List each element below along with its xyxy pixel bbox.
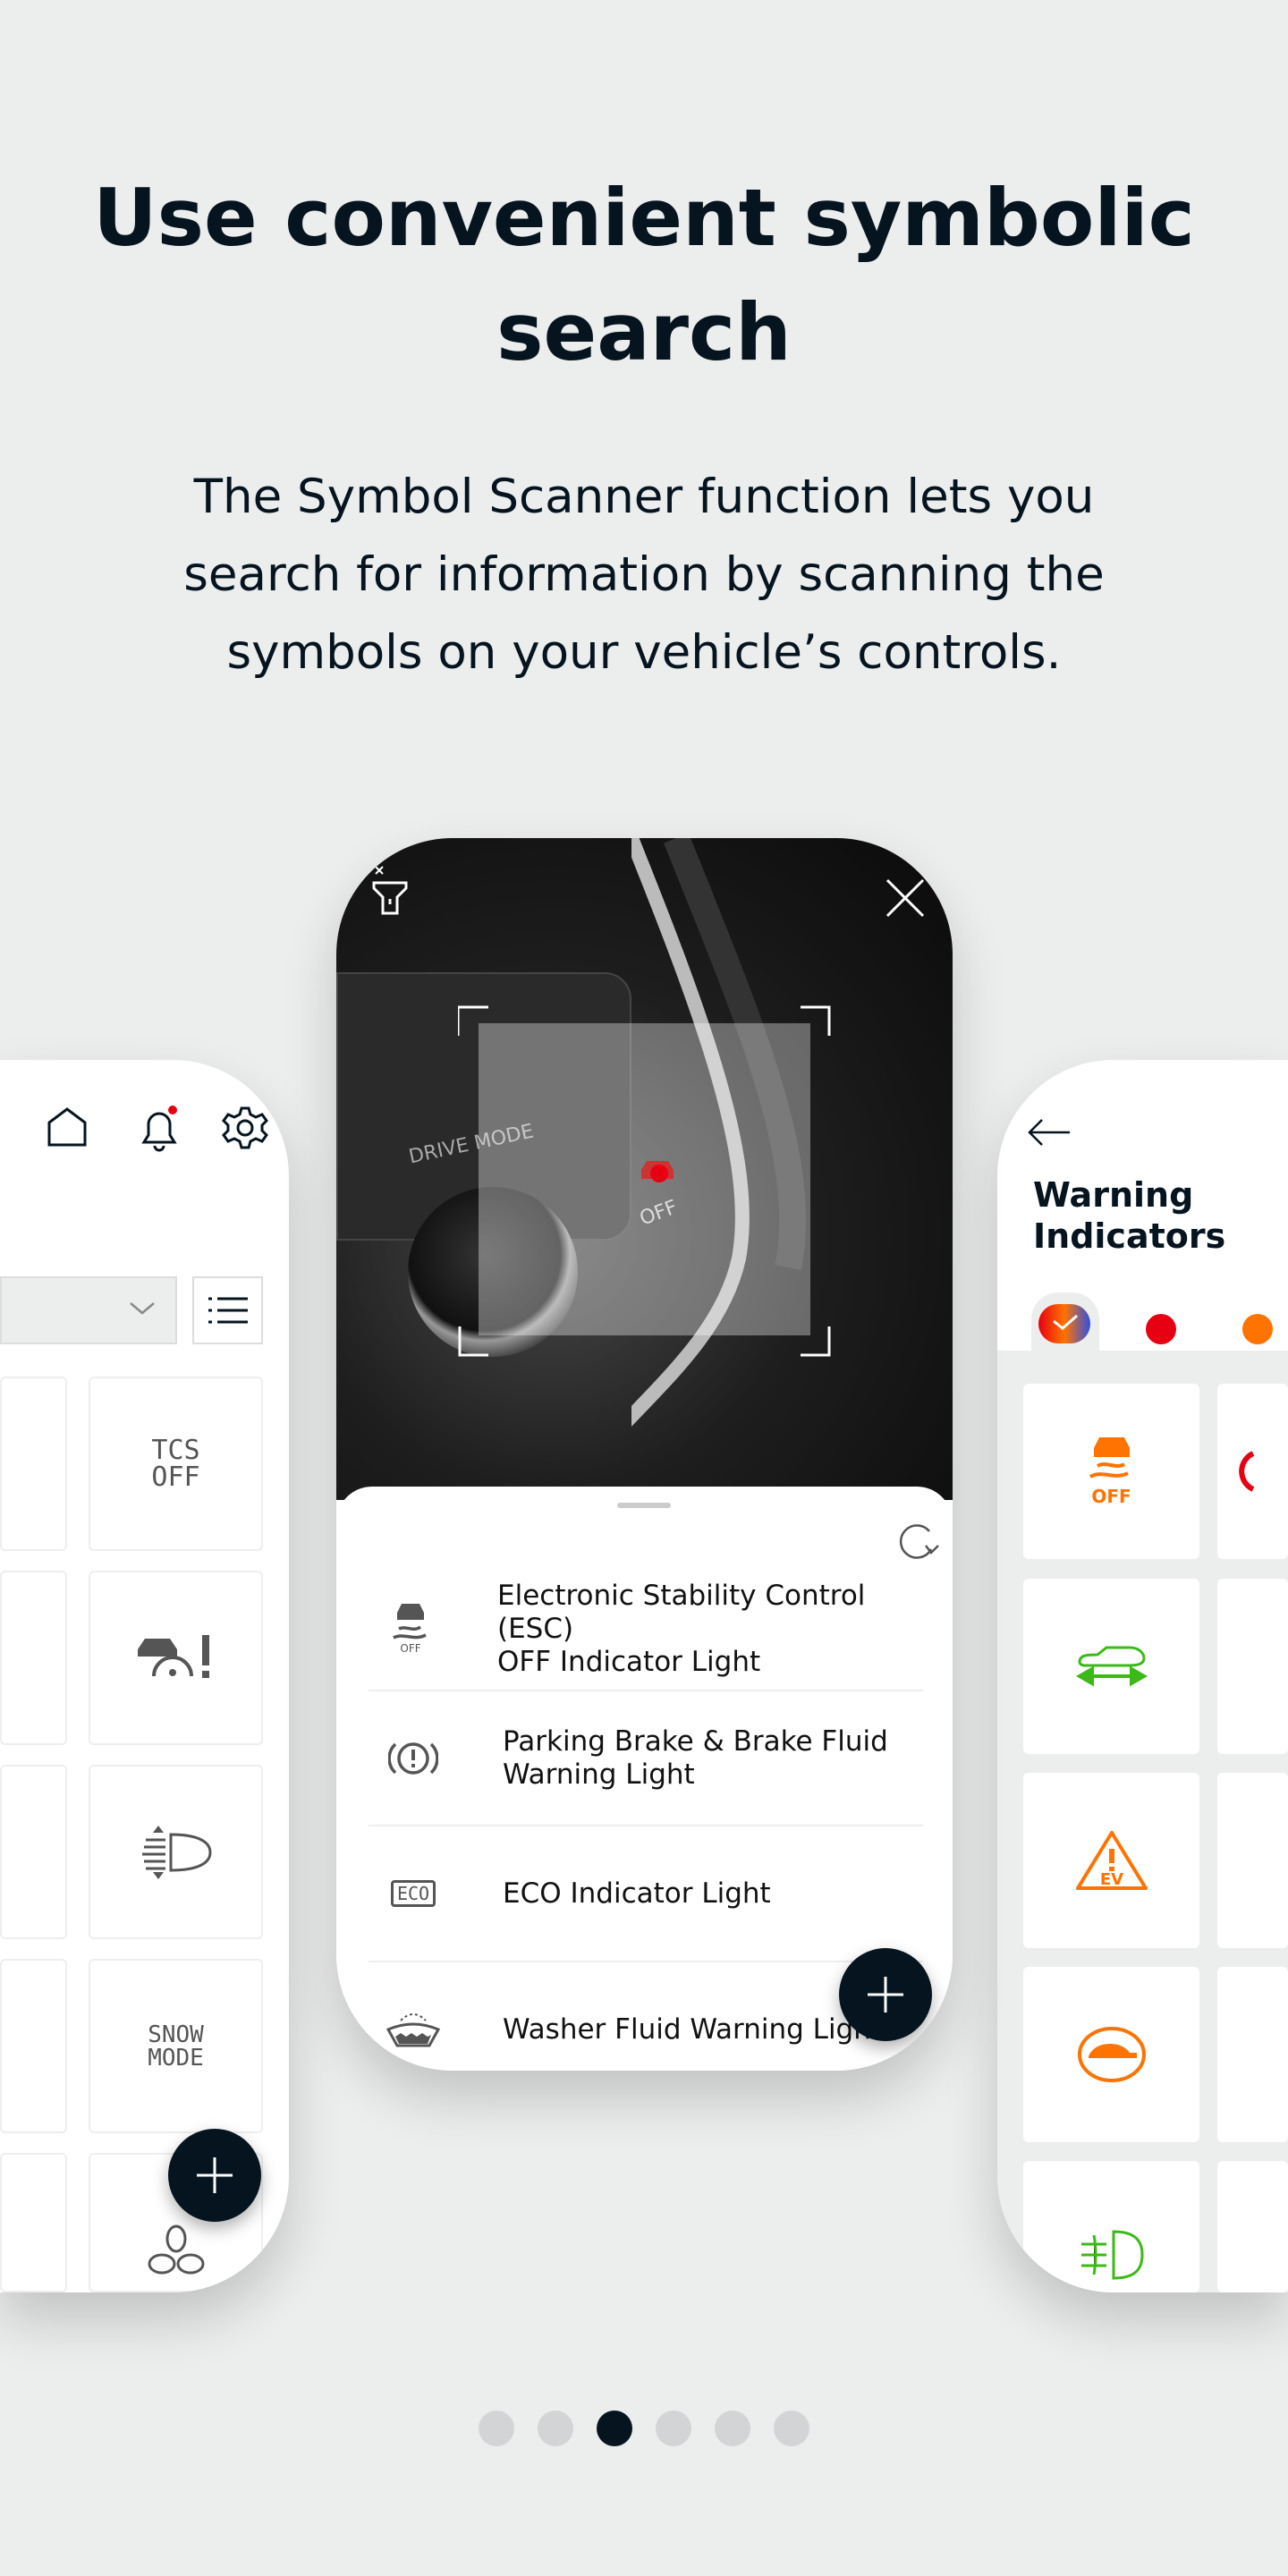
eco-icon: ECO [390, 1880, 436, 1907]
brake-warning-icon [1239, 1451, 1255, 1492]
camera-view: DRIVE MODE OFF [336, 838, 953, 1500]
plus-icon [868, 1977, 903, 2012]
symbol-tile[interactable] [89, 1765, 263, 1939]
flashlight-off-icon[interactable] [370, 863, 410, 917]
page-dot-5[interactable] [715, 2411, 750, 2446]
chevron-down-icon [130, 1302, 155, 1315]
indicator-tile[interactable] [1217, 1773, 1288, 1948]
page-dot-6[interactable] [774, 2411, 809, 2446]
indicator-tile[interactable] [1217, 1384, 1288, 1559]
result-label: ECO Indicator Light [503, 1877, 771, 1910]
page-title: Use convenient symbolic search [93, 172, 1195, 378]
symbol-tile[interactable] [0, 1959, 67, 2133]
symbol-tile[interactable] [89, 1571, 263, 1745]
symbol-tile-tcs-off[interactable]: TCS OFF [89, 1377, 263, 1551]
esc-off-icon-label: OFF [400, 1642, 420, 1655]
indicator-tile[interactable] [1023, 1579, 1199, 1754]
turtle-mode-icon [1077, 2027, 1146, 2082]
fan-icon [148, 2224, 204, 2275]
result-item-esc-off[interactable]: OFF Electronic Stability Control (ESC) OF… [369, 1562, 923, 1696]
esc-off-label: OFF [1091, 1486, 1131, 1507]
screen-title: Warning Indicators [1033, 1175, 1226, 1256]
bell-icon[interactable] [137, 1105, 182, 1153]
headlight-leveling-icon [141, 1825, 212, 1879]
symbol-tile[interactable] [0, 2153, 67, 2292]
page-dot-3-active[interactable] [597, 2411, 632, 2446]
result-label: Washer Fluid Warning Light [503, 2012, 883, 2046]
check-icon [1053, 1314, 1078, 1330]
add-button[interactable] [839, 1948, 932, 2041]
page-subtitle: The Symbol Scanner function lets you sea… [183, 470, 1105, 680]
indicator-tile[interactable] [1023, 2161, 1199, 2292]
close-icon[interactable] [886, 878, 925, 918]
notification-dot [168, 1106, 177, 1114]
esc-off-icon: OFF [393, 1604, 427, 1655]
page-dot-1[interactable] [479, 2411, 514, 2446]
ev-warning-icon: EV [1075, 1831, 1148, 1890]
symbol-tile[interactable] [0, 1765, 67, 1939]
vehicle-distance-icon [1075, 1646, 1148, 1687]
snow-mode-label: SNOW MODE [148, 2021, 204, 2072]
symbol-tile[interactable] [0, 1571, 67, 1745]
front-fog-light-icon [1080, 2230, 1144, 2280]
plus-icon [197, 2157, 233, 2193]
symbol-tile-snow-mode[interactable]: SNOW MODE [89, 1959, 263, 2133]
list-view-button[interactable] [192, 1276, 263, 1344]
indicator-tile[interactable] [1217, 2161, 1288, 2292]
brake-warning-icon [388, 1742, 438, 1775]
category-dropdown[interactable] [0, 1276, 177, 1344]
filter-tab-all[interactable] [1031, 1292, 1099, 1355]
refresh-icon[interactable] [895, 1521, 940, 1565]
result-label: Parking Brake & Brake Fluid [503, 1725, 888, 1758]
result-item-eco[interactable]: ECO ECO Indicator Light [369, 1826, 923, 1961]
esc-off-icon [1089, 1437, 1130, 1479]
indicator-tile[interactable] [1217, 1967, 1288, 2142]
home-icon[interactable] [45, 1105, 89, 1149]
result-item-washer-fluid[interactable]: Washer Fluid Warning Light [369, 1962, 923, 2071]
washer-fluid-icon [386, 2013, 440, 2047]
filter-red[interactable] [1146, 1314, 1176, 1344]
back-arrow-icon[interactable] [1027, 1118, 1072, 1147]
result-item-brake-warning[interactable]: Parking Brake & Brake Fluid Warning Light [369, 1691, 923, 1826]
page-dot-2[interactable] [538, 2411, 573, 2446]
car-speedometer-warning-icon [137, 1634, 209, 1678]
indicator-tile[interactable]: EV [1023, 1773, 1199, 1948]
indicator-tile[interactable] [1217, 1579, 1288, 1754]
tcs-off-label: TCS OFF [151, 1434, 200, 1493]
symbol-tile[interactable] [0, 1377, 67, 1551]
indicator-tile[interactable]: OFF [1023, 1384, 1199, 1559]
indicator-tile[interactable] [1023, 1967, 1199, 2142]
page-dot-4[interactable] [656, 2411, 691, 2446]
list-icon [208, 1297, 248, 1324]
scan-frame-corners [458, 1005, 831, 1357]
scanner-phone-screen: DRIVE MODE OFF OFF Electronic Stability … [336, 838, 953, 2071]
result-label: Warning Light [503, 1758, 695, 1791]
gear-icon[interactable] [222, 1105, 268, 1151]
ev-label: EV [1099, 1870, 1123, 1889]
right-phone-screen: Warning Indicators OFF EV [997, 1060, 1288, 2292]
sheet-drag-handle[interactable] [617, 1503, 671, 1508]
result-label: Electronic Stability Control (ESC) [497, 1579, 866, 1645]
filter-orange[interactable] [1242, 1314, 1273, 1344]
left-phone-screen: TCS OFF SNOW MODE [0, 1060, 289, 2292]
add-button[interactable] [168, 2129, 261, 2222]
result-label: OFF Indicator Light [497, 1645, 761, 1678]
